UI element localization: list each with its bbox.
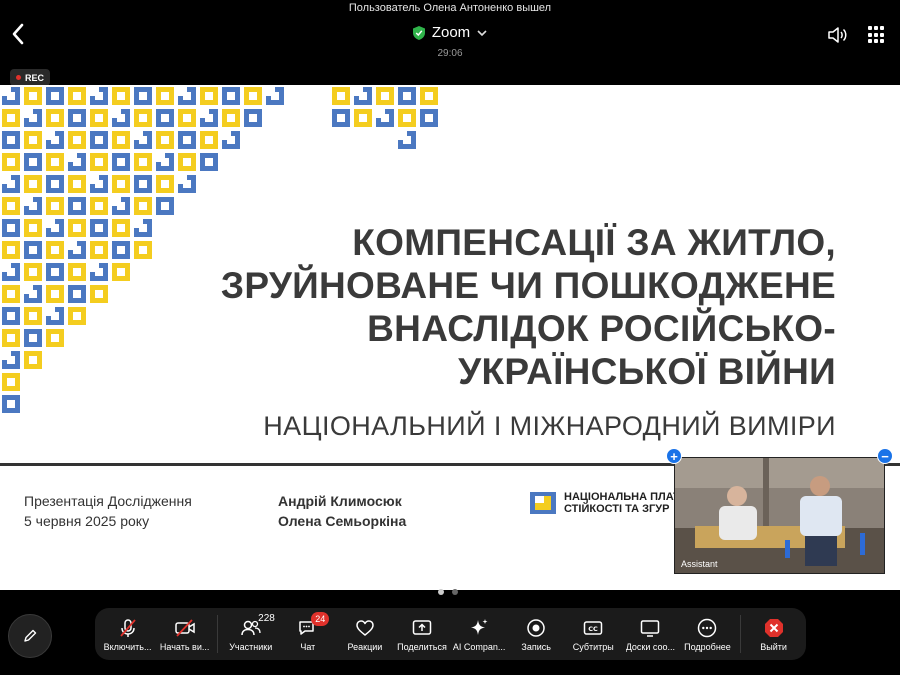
slide-title-line: ВНАСЛІДОК РОСІЙСЬКО-: [367, 308, 836, 349]
slide-title-line: КОМПЕНСАЦІЇ ЗА ЖИТЛО,: [352, 222, 836, 263]
participants-count: 228: [258, 613, 275, 624]
meeting-header: Zoom 29:06: [0, 16, 900, 64]
share-label: Поделиться: [397, 641, 447, 652]
meeting-title-area[interactable]: Zoom 29:06: [0, 24, 900, 59]
gallery-view-button[interactable]: [868, 26, 886, 44]
presenter-name: Олена Семьоркіна: [278, 513, 407, 529]
expand-tile-button[interactable]: +: [666, 448, 682, 464]
record-button[interactable]: Запись: [508, 609, 565, 659]
whiteboard-icon: [641, 619, 660, 637]
leave-button[interactable]: Выйти: [745, 609, 802, 659]
slide-title-line: УКРАЇНСЬКОЇ ВІЙНИ: [458, 351, 836, 392]
meeting-toolbar: Включить... Начать ви... 228 Участники 2…: [95, 608, 806, 660]
heart-icon: [356, 619, 374, 636]
video-label: Начать ви...: [159, 641, 210, 652]
video-off-icon: [174, 618, 195, 637]
chevron-down-icon: [477, 29, 487, 36]
organization-name-line: СТІЙКОСТІ ТА ЗГУР: [564, 503, 670, 515]
plus-icon: +: [670, 449, 678, 464]
share-screen-icon: [412, 619, 432, 635]
more-label: Подробнее: [684, 641, 731, 652]
meeting-timer: 29:06: [437, 47, 463, 59]
participant-left-notification: Пользователь Олена Антоненко вышел: [348, 2, 552, 14]
pencil-icon: [24, 629, 37, 642]
participants-label: Участники: [229, 641, 273, 652]
captions-label: Субтитры: [572, 641, 614, 652]
page-dot[interactable]: [452, 589, 458, 595]
video-feed-image: [675, 458, 884, 573]
mic-label: Включить...: [103, 641, 152, 652]
chat-button[interactable]: 24 Чат: [279, 609, 336, 659]
presenters: Андрій Климосюк Олена Семьоркіна: [278, 491, 406, 531]
minus-icon: −: [881, 449, 889, 464]
shield-check-icon: [412, 25, 425, 40]
record-label: Запись: [521, 641, 551, 652]
minimize-tile-button[interactable]: −: [877, 448, 893, 464]
leave-label: Выйти: [760, 641, 787, 652]
sparkle-icon: [471, 618, 488, 635]
page-indicator[interactable]: [438, 589, 458, 595]
speaker-button[interactable]: [826, 24, 848, 46]
ai-companion-label: AI Compan...: [452, 641, 506, 652]
recording-indicator: REC: [10, 69, 51, 86]
captions-button[interactable]: CC Субтитры: [565, 609, 622, 659]
meeting-title: Zoom: [431, 24, 471, 41]
captions-icon: CC: [584, 620, 603, 635]
organization-logo-icon: [530, 492, 556, 514]
recording-label: REC: [25, 72, 45, 83]
slide-title-line: ЗРУЙНОВАНЕ ЧИ ПОШКОДЖЕНЕ: [220, 265, 836, 306]
speaker-icon: [828, 27, 847, 43]
slide-title: КОМПЕНСАЦІЇ ЗА ЖИТЛО, ЗРУЙНОВАНЕ ЧИ ПОШК…: [196, 221, 836, 393]
svg-text:CC: CC: [589, 625, 599, 633]
organization-logo-block: НАЦІОНАЛЬНА ПЛАТ СТІЙКОСТІ ТА ЗГУР: [530, 491, 680, 515]
presentation-info: Презентація Дослідження 5 червня 2025 ро…: [24, 491, 192, 531]
whiteboards-label: Доски соо...: [625, 641, 676, 652]
slide-subtitle: НАЦІОНАЛЬНИЙ І МІЖНАРОДНИЙ ВИМІРИ: [263, 411, 836, 441]
mic-muted-icon: [119, 618, 136, 637]
presentation-date: 5 червня 2025 року: [24, 513, 150, 529]
presentation-type: Презентація Дослідження: [24, 493, 192, 509]
more-button[interactable]: Подробнее: [679, 609, 736, 659]
chat-label: Чат: [300, 641, 316, 652]
reactions-button[interactable]: Реакции: [336, 609, 393, 659]
share-button[interactable]: Поделиться: [393, 609, 450, 659]
video-button[interactable]: Начать ви...: [156, 609, 213, 659]
chat-unread-badge: 24: [311, 612, 330, 626]
leave-icon: [764, 618, 783, 637]
record-icon: [527, 618, 545, 637]
annotate-button[interactable]: [8, 614, 52, 658]
whiteboards-button[interactable]: Доски соо...: [622, 609, 679, 659]
organization-name-line: НАЦІОНАЛЬНА ПЛАТ: [564, 491, 680, 503]
toolbar-separator: [217, 615, 219, 653]
participant-name: Assistant: [681, 559, 718, 569]
toolbar-separator: [740, 615, 741, 653]
page-dot[interactable]: [438, 589, 444, 595]
record-dot-icon: [16, 75, 21, 80]
ai-companion-button[interactable]: AI Compan...: [451, 609, 508, 659]
presenter-name: Андрій Климосюк: [278, 493, 402, 509]
mic-button[interactable]: Включить...: [99, 609, 156, 659]
more-icon: [698, 618, 717, 637]
participant-video-tile[interactable]: Assistant: [674, 457, 885, 574]
reactions-label: Реакции: [347, 641, 383, 652]
participants-button[interactable]: 228 Участники: [222, 609, 279, 659]
